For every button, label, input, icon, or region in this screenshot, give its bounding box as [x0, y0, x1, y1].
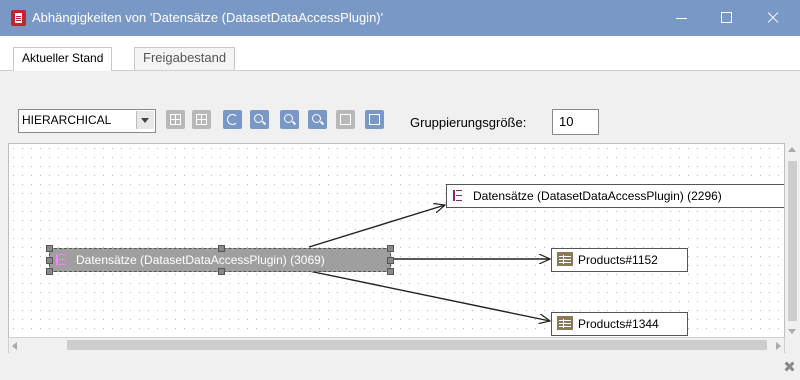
toolbar: HIERARCHICAL Gruppierungsgröße: 10 — [0, 71, 800, 143]
zoom-fit-icon[interactable] — [308, 110, 327, 129]
zoom-out-icon[interactable] — [280, 110, 299, 129]
tab-bar: Aktueller Stand Freigabestand — [0, 36, 800, 71]
export-icon[interactable] — [365, 110, 384, 129]
resize-handle[interactable] — [46, 257, 53, 264]
grouping-size-value: 10 — [559, 114, 574, 129]
resize-handle[interactable] — [387, 245, 394, 252]
graph-node-products-1152[interactable]: Products#1152 — [551, 248, 688, 272]
status-bar — [0, 353, 800, 380]
window-title: Abhängigkeiten von 'Datensätze (DatasetD… — [32, 10, 384, 25]
vertical-scrollbar[interactable] — [785, 143, 800, 338]
zoom-in-icon[interactable] — [250, 110, 269, 129]
graph-edges — [308, 144, 784, 338]
chevron-down-icon[interactable] — [136, 111, 154, 129]
grid-layout-alt-icon[interactable] — [192, 110, 211, 129]
grid-layout-icon[interactable] — [166, 110, 185, 129]
tab-freigabestand[interactable]: Freigabestand — [134, 47, 236, 70]
resize-handle[interactable] — [46, 245, 53, 252]
resize-grip-icon[interactable] — [784, 361, 794, 371]
minimize-button[interactable] — [658, 0, 704, 36]
graph-node-products-1344[interactable]: Products#1344 — [551, 312, 688, 336]
scroll-right-icon[interactable] — [776, 342, 781, 350]
scroll-down-icon[interactable] — [788, 329, 796, 334]
horizontal-scrollbar[interactable] — [8, 337, 785, 354]
table-icon — [557, 252, 573, 266]
dataset-icon — [56, 254, 65, 265]
dependency-graph-canvas[interactable]: Datensätze (DatasetDataAccessPlugin) (22… — [8, 143, 785, 339]
dataset-icon — [453, 190, 462, 201]
node-label: Datensätze (DatasetDataAccessPlugin) (22… — [473, 189, 722, 203]
scroll-up-icon[interactable] — [788, 147, 796, 152]
edge-ds3069-p1344 — [308, 270, 550, 321]
edge-ds3069-ds2296 — [308, 205, 445, 248]
graph-node-dataset-2296[interactable]: Datensätze (DatasetDataAccessPlugin) (22… — [446, 184, 784, 208]
grouping-size-input[interactable]: 10 — [552, 109, 599, 135]
resize-handle[interactable] — [46, 268, 53, 275]
delete-icon[interactable] — [336, 110, 355, 129]
node-label: Datensätze (DatasetDataAccessPlugin) (30… — [76, 253, 325, 267]
resize-handle[interactable] — [218, 245, 225, 252]
resize-handle[interactable] — [387, 257, 394, 264]
node-label: Products#1344 — [578, 317, 659, 331]
refresh-icon[interactable] — [223, 110, 242, 129]
layout-select[interactable]: HIERARCHICAL — [18, 109, 156, 133]
vertical-scroll-thumb[interactable] — [788, 161, 797, 321]
node-label: Products#1152 — [578, 253, 658, 267]
tab-aktueller-stand[interactable]: Aktueller Stand — [13, 47, 113, 71]
maximize-button[interactable] — [704, 0, 750, 36]
title-bar: Abhängigkeiten von 'Datensätze (DatasetD… — [0, 0, 800, 36]
close-button[interactable] — [750, 0, 796, 36]
resize-handle[interactable] — [387, 268, 394, 275]
horizontal-scroll-thumb[interactable] — [67, 340, 767, 350]
layout-select-value: HIERARCHICAL — [22, 113, 112, 127]
app-icon — [11, 10, 26, 26]
grouping-size-label: Gruppierungsgröße: — [410, 115, 527, 130]
scroll-left-icon[interactable] — [12, 342, 17, 350]
graph-node-dataset-3069-selected[interactable]: Datensätze (DatasetDataAccessPlugin) (30… — [46, 245, 394, 275]
resize-handle[interactable] — [218, 268, 225, 275]
table-icon — [557, 316, 573, 330]
